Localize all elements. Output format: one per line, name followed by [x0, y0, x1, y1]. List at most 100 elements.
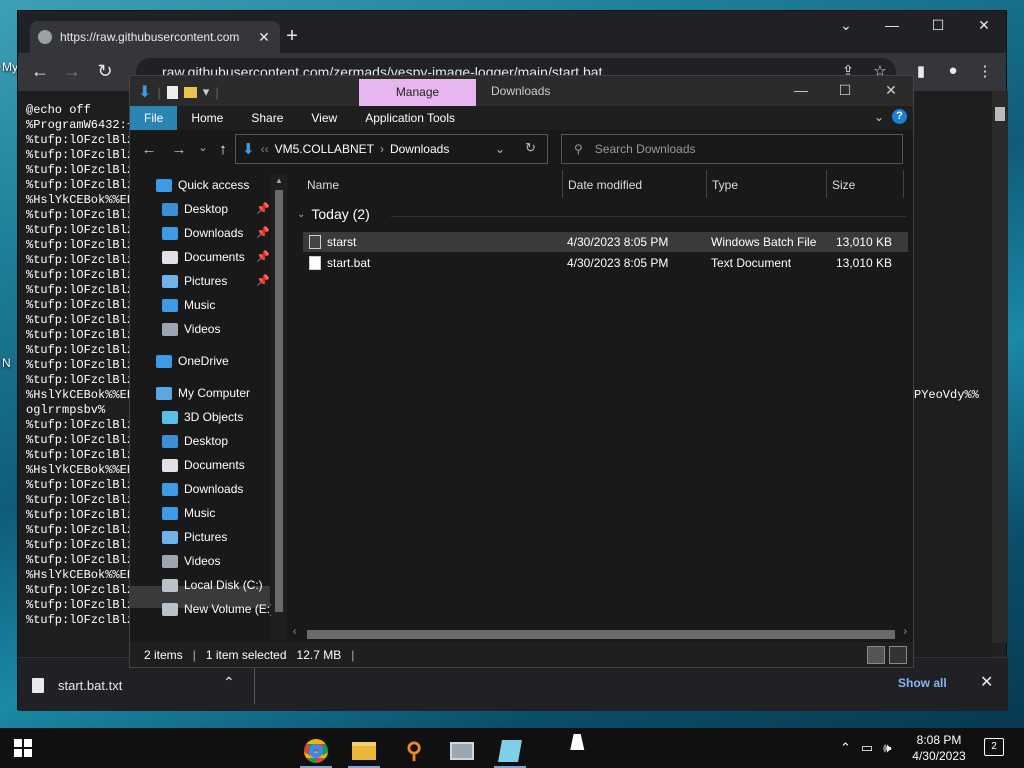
page-vertical-scrollbar[interactable] [992, 91, 1008, 643]
file-row-start-bat[interactable]: start.bat 4/30/2023 8:05 PM Text Documen… [303, 253, 908, 273]
nav-item-label: Quick access [178, 178, 250, 192]
nav-item-qa-documents[interactable]: Documents [162, 246, 245, 268]
minimize-button[interactable]: — [781, 82, 821, 98]
nav-item-quick-access[interactable]: Quick access [156, 174, 249, 196]
minimize-button[interactable]: — [872, 17, 912, 33]
refresh-icon[interactable]: ↻ [525, 140, 536, 156]
scroll-left-icon[interactable]: ‹ [293, 626, 296, 637]
reload-icon[interactable]: ↻ [93, 61, 117, 82]
breadcrumb-vm5[interactable]: VM5.COLLABNET [275, 142, 374, 156]
customize-qat-icon[interactable]: ▾ [203, 84, 210, 100]
scroll-thumb[interactable] [307, 630, 895, 639]
details-view-icon[interactable] [867, 646, 885, 664]
folder-icon[interactable] [183, 86, 197, 98]
nav-item-qa-videos[interactable]: Videos [162, 318, 220, 340]
show-all-button[interactable]: Show all [898, 676, 947, 690]
windows-start-icon[interactable] [14, 739, 32, 757]
up-icon[interactable]: ↑ [212, 141, 234, 158]
tab-share[interactable]: Share [237, 106, 297, 130]
tab-close-button[interactable]: ✕ [256, 29, 272, 46]
nav-item-pc-local-disk-c[interactable]: Local Disk (C:) [162, 574, 263, 596]
file-explorer-taskbar-icon[interactable] [344, 734, 384, 768]
back-icon[interactable]: ← [138, 141, 160, 158]
nav-item-pc-desktop[interactable]: Desktop [162, 430, 228, 452]
nav-item-my-computer[interactable]: My Computer [156, 382, 250, 404]
column-type[interactable]: Type [712, 178, 738, 192]
large-icons-view-icon[interactable] [889, 646, 907, 664]
new-tab-button[interactable]: + [280, 25, 304, 48]
file-list-horizontal-scrollbar[interactable]: ‹ › [291, 626, 911, 642]
forward-icon[interactable]: → [60, 61, 84, 82]
maximize-button[interactable]: ☐ [918, 17, 958, 34]
desktop-label-n[interactable]: N [2, 356, 11, 370]
batch-file-icon [309, 235, 321, 249]
tab-application-tools[interactable]: Application Tools [351, 106, 469, 130]
nav-item-qa-pictures[interactable]: Pictures [162, 270, 227, 292]
scroll-thumb[interactable] [995, 107, 1005, 121]
tab-search-icon[interactable]: ⌄ [826, 17, 866, 34]
scroll-up-icon[interactable]: ▲ [271, 176, 287, 185]
volume-icon[interactable]: 🕪 [883, 740, 891, 756]
chevron-down-icon[interactable]: ⌄ [495, 142, 505, 156]
nav-item-pc-downloads[interactable]: Downloads [162, 478, 243, 500]
overflow-chevron-icon[interactable]: ‹‹ [261, 142, 269, 156]
nav-scrollbar[interactable]: ▲ [271, 174, 287, 640]
desktop-label-my[interactable]: My [2, 60, 18, 74]
file-row-starst[interactable]: starst 4/30/2023 8:05 PM Windows Batch F… [303, 232, 908, 252]
network-app-taskbar-icon[interactable] [442, 734, 482, 768]
show-hidden-icons-icon[interactable]: ⌃ [840, 740, 851, 756]
nav-scroll-thumb[interactable] [275, 190, 283, 612]
side-panel-icon[interactable]: ▮ [911, 62, 931, 80]
back-icon[interactable]: ← [28, 61, 52, 82]
chrome-taskbar-icon[interactable] [296, 734, 336, 768]
tab-home[interactable]: Home [177, 106, 237, 130]
network-icon[interactable]: ▭ [861, 740, 873, 756]
tab-file[interactable]: File [130, 106, 178, 130]
chevron-up-icon[interactable]: ⌃ [223, 674, 235, 691]
nav-item-onedrive[interactable]: OneDrive [156, 350, 229, 372]
clock[interactable]: 8:08 PM 4/30/2023 [906, 732, 972, 764]
download-arrow-icon[interactable]: ⬇ [138, 82, 151, 102]
close-shelf-icon[interactable]: ✕ [980, 672, 993, 692]
nav-item-pc-pictures[interactable]: Pictures [162, 526, 227, 548]
properties-icon[interactable] [166, 85, 178, 99]
notepad-taskbar-icon[interactable] [490, 734, 530, 768]
nav-qa-downloads-icon [162, 226, 178, 240]
group-header[interactable]: ⌄ Today (2) [297, 206, 370, 222]
nav-item-qa-music[interactable]: Music [162, 294, 215, 316]
pin-icon[interactable]: 📌 [256, 226, 270, 239]
scroll-right-icon[interactable]: › [904, 626, 907, 637]
close-button[interactable]: ✕ [871, 82, 911, 99]
profile-icon[interactable]: ● [943, 62, 963, 79]
menu-icon[interactable]: ⋮ [975, 62, 995, 80]
tab-view[interactable]: View [297, 106, 351, 130]
breadcrumb-downloads[interactable]: Downloads [390, 142, 449, 156]
nav-item-qa-desktop[interactable]: Desktop [162, 198, 228, 220]
maximize-button[interactable]: ☐ [825, 82, 865, 99]
browser-tab[interactable]: https://raw.githubusercontent.com ✕ [30, 21, 280, 53]
notification-center-icon[interactable]: 2 [984, 738, 1004, 756]
search-app-taskbar-icon[interactable]: ⚲ [394, 734, 434, 768]
pin-icon[interactable]: 📌 [256, 202, 270, 215]
column-size[interactable]: Size [832, 178, 855, 192]
code-tail-text: PYeoVdy%% [914, 388, 979, 402]
nav-item-pc-videos[interactable]: Videos [162, 550, 220, 572]
search-box[interactable]: ⚲ Search Downloads [561, 134, 903, 164]
nav-item-pc-music[interactable]: Music [162, 502, 215, 524]
forward-icon[interactable]: → [168, 141, 190, 158]
column-name[interactable]: Name [307, 178, 339, 192]
nav-item-pc-3d-objects[interactable]: 3D Objects [162, 406, 243, 428]
close-button[interactable]: ✕ [964, 17, 1004, 34]
expand-ribbon-icon[interactable]: ⌄ [874, 110, 884, 124]
collapse-chevron-icon[interactable]: ⌄ [297, 209, 305, 220]
recent-locations-icon[interactable]: ⌄ [192, 141, 214, 154]
pin-icon[interactable]: 📌 [256, 274, 270, 287]
manage-tab[interactable]: Manage [359, 79, 476, 106]
nav-item-pc-documents[interactable]: Documents [162, 454, 245, 476]
pin-icon[interactable]: 📌 [256, 250, 270, 263]
column-date-modified[interactable]: Date modified [568, 178, 642, 192]
nav-item-qa-downloads[interactable]: Downloads [162, 222, 243, 244]
help-icon[interactable]: ? [892, 109, 907, 124]
code-line: %tufp:lOFzclBlz [26, 373, 135, 387]
nav-item-pc-new-volume-e[interactable]: New Volume (E:) [162, 598, 274, 620]
